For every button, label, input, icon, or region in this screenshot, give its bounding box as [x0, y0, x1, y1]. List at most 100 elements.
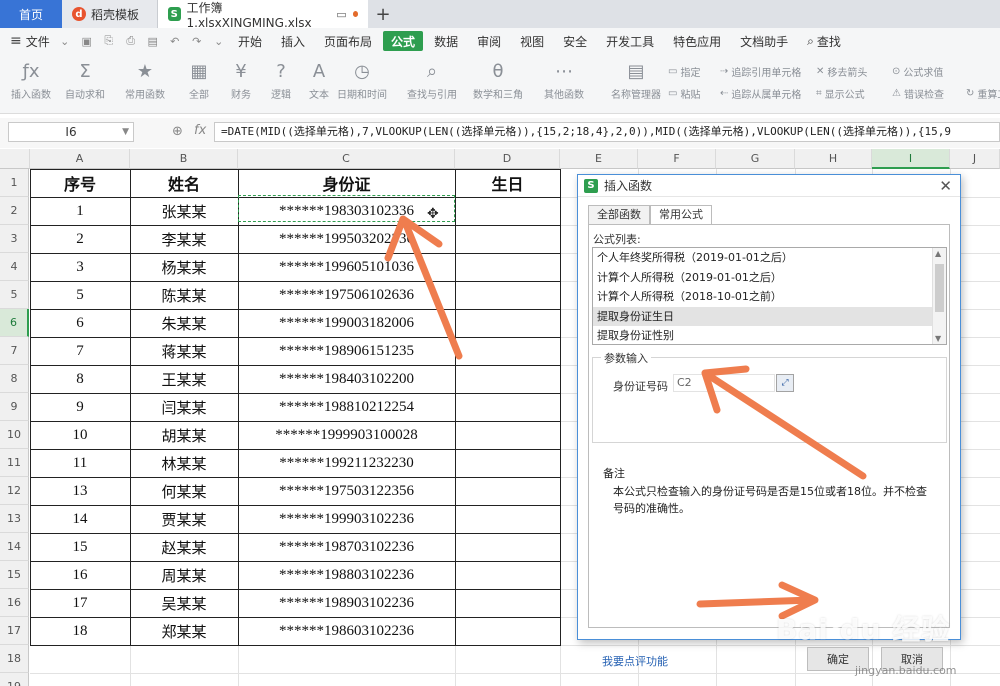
table-cell[interactable]: ******197503122356	[238, 477, 455, 505]
table-cell[interactable]: 林某某	[130, 449, 238, 477]
row-header[interactable]: 16	[0, 589, 29, 617]
scroll-down-icon[interactable]: ▼	[935, 334, 941, 343]
table-cell[interactable]: 何某某	[130, 477, 238, 505]
row-header[interactable]: 15	[0, 561, 29, 589]
row-header[interactable]: 18	[0, 645, 29, 673]
table-cell[interactable]: 13	[30, 477, 130, 505]
table-cell[interactable]: ******198810212254	[238, 393, 455, 421]
column-header-j[interactable]: J	[950, 149, 1000, 169]
table-cell[interactable]: 1	[30, 197, 130, 225]
table-cell[interactable]: 6	[30, 309, 130, 337]
table-cell[interactable]: 2	[30, 225, 130, 253]
table-cell[interactable]: 15	[30, 533, 130, 561]
table-cell[interactable]: 16	[30, 561, 130, 589]
list-scrollbar[interactable]: ▲ ▼	[932, 248, 946, 344]
menu-tab-5[interactable]: 审阅	[469, 31, 509, 51]
preview-icon[interactable]: ▤	[146, 34, 160, 48]
formula-list-item[interactable]: 提取身份证性别	[593, 326, 946, 344]
menu-tab-2[interactable]: 页面布局	[316, 31, 380, 51]
column-header-i[interactable]: I	[872, 149, 950, 169]
table-cell[interactable]: ******199503202336	[238, 225, 455, 253]
table-cell[interactable]: 郑某某	[130, 617, 238, 645]
table-cell[interactable]: ******198603102236	[238, 617, 455, 645]
ribbon-math-button[interactable]: θ 数学和三角	[466, 58, 530, 102]
feedback-link[interactable]: 我要点评功能	[602, 653, 668, 669]
ribbon-trace-dependents-button[interactable]: ⇠ 追踪从属单元格	[720, 86, 801, 101]
formula-list[interactable]: 个人年终奖所得税（2019-01-01之后） 计算个人所得税（2019-01-01…	[592, 247, 947, 345]
row-header[interactable]: 12	[0, 477, 29, 505]
formula-list-item[interactable]: 计算个人所得税（2018-10-01之前）	[593, 287, 946, 307]
ribbon-error-check-button[interactable]: ⚠ 错误检查	[892, 86, 944, 101]
table-cell[interactable]: 3	[30, 253, 130, 281]
column-header-c[interactable]: C	[238, 149, 455, 169]
table-cell[interactable]: 8	[30, 365, 130, 393]
row-header[interactable]: 13	[0, 505, 29, 533]
row-header[interactable]: 9	[0, 393, 29, 421]
select-all-corner[interactable]	[0, 149, 30, 169]
ribbon-remove-arrows-button[interactable]: ✕ 移去箭头	[816, 64, 867, 79]
column-header-b[interactable]: B	[130, 149, 238, 169]
table-cell[interactable]: ******198703102236	[238, 533, 455, 561]
table-cell[interactable]: ******199211232230	[238, 449, 455, 477]
table-cell[interactable]: ******1999903100028	[238, 421, 455, 449]
table-cell[interactable]: 胡某某	[130, 421, 238, 449]
menu-hamburger-icon[interactable]: ≡	[10, 33, 22, 49]
table-cell[interactable]: 吴某某	[130, 589, 238, 617]
menu-tab-7[interactable]: 安全	[555, 31, 595, 51]
name-box-dropdown-icon[interactable]: ▼	[122, 123, 129, 141]
row-header[interactable]: 7	[0, 337, 29, 365]
search-menu[interactable]: ⌕ 查找	[799, 31, 849, 51]
scroll-up-icon[interactable]: ▲	[935, 249, 941, 258]
zoom-icon[interactable]: ⊕	[172, 124, 183, 139]
table-cell[interactable]: 9	[30, 393, 130, 421]
table-cell[interactable]: ******197506102636	[238, 281, 455, 309]
table-cell[interactable]: ******198803102236	[238, 561, 455, 589]
menu-tab-8[interactable]: 开发工具	[598, 31, 662, 51]
table-cell[interactable]: ******198906151235	[238, 337, 455, 365]
formula-input[interactable]: =DATE(MID((选择单元格),7,VLOOKUP(LEN((选择单元格))…	[214, 122, 1000, 142]
table-cell[interactable]: 17	[30, 589, 130, 617]
table-cell[interactable]: 朱某某	[130, 309, 238, 337]
header-cell[interactable]: 生日	[455, 169, 560, 197]
formula-list-item[interactable]: 提取身份证生日	[593, 306, 946, 326]
close-icon[interactable]: ✕	[939, 177, 952, 195]
table-cell[interactable]: ******199605101036	[238, 253, 455, 281]
menu-tab-6[interactable]: 视图	[512, 31, 552, 51]
tab-template[interactable]: d 稻壳模板	[62, 0, 158, 28]
table-cell[interactable]: 7	[30, 337, 130, 365]
row-header[interactable]: 3	[0, 225, 29, 253]
column-header-a[interactable]: A	[30, 149, 130, 169]
undo-icon[interactable]: ↶	[168, 34, 182, 48]
menu-tab-4[interactable]: 数据	[426, 31, 466, 51]
redo-icon[interactable]: ↷	[190, 34, 204, 48]
row-header[interactable]: 2	[0, 197, 29, 225]
tab-display-icon[interactable]: ▭	[336, 8, 346, 21]
table-cell[interactable]: 周某某	[130, 561, 238, 589]
column-header-f[interactable]: F	[638, 149, 716, 169]
header-cell[interactable]: 身份证	[238, 169, 455, 197]
row-header[interactable]: 14	[0, 533, 29, 561]
ribbon-other-functions-button[interactable]: ⋯ 其他函数	[532, 58, 596, 102]
table-cell[interactable]: 陈某某	[130, 281, 238, 309]
table-cell[interactable]: 14	[30, 505, 130, 533]
formula-list-item[interactable]: 个人年终奖所得税（2019-01-01之后）	[593, 248, 946, 268]
menu-tab-0[interactable]: 开始	[230, 31, 270, 51]
table-cell[interactable]: 赵某某	[130, 533, 238, 561]
row-header[interactable]: 11	[0, 449, 29, 477]
new-tab-button[interactable]: +	[368, 0, 398, 28]
row-header[interactable]: 4	[0, 253, 29, 281]
tab-common-formulas[interactable]: 常用公式	[650, 205, 712, 225]
ribbon-insert-function-button[interactable]: ƒx 插入函数	[4, 58, 58, 102]
table-cell[interactable]: ******199003182006	[238, 309, 455, 337]
ribbon-common-function-button[interactable]: ★ 常用函数	[118, 58, 172, 102]
column-header-g[interactable]: G	[716, 149, 795, 169]
row-header[interactable]: 19	[0, 673, 29, 686]
row-header[interactable]: 17	[0, 617, 29, 645]
menu-tab-9[interactable]: 特色应用	[665, 31, 729, 51]
ribbon-datetime-button[interactable]: ◷ 日期和时间	[330, 58, 394, 102]
scroll-thumb[interactable]	[935, 264, 944, 312]
tab-all-functions[interactable]: 全部函数	[588, 205, 650, 225]
table-cell[interactable]: 11	[30, 449, 130, 477]
menu-tab-3[interactable]: 公式	[383, 31, 424, 51]
save-icon[interactable]: ▣	[80, 34, 94, 48]
